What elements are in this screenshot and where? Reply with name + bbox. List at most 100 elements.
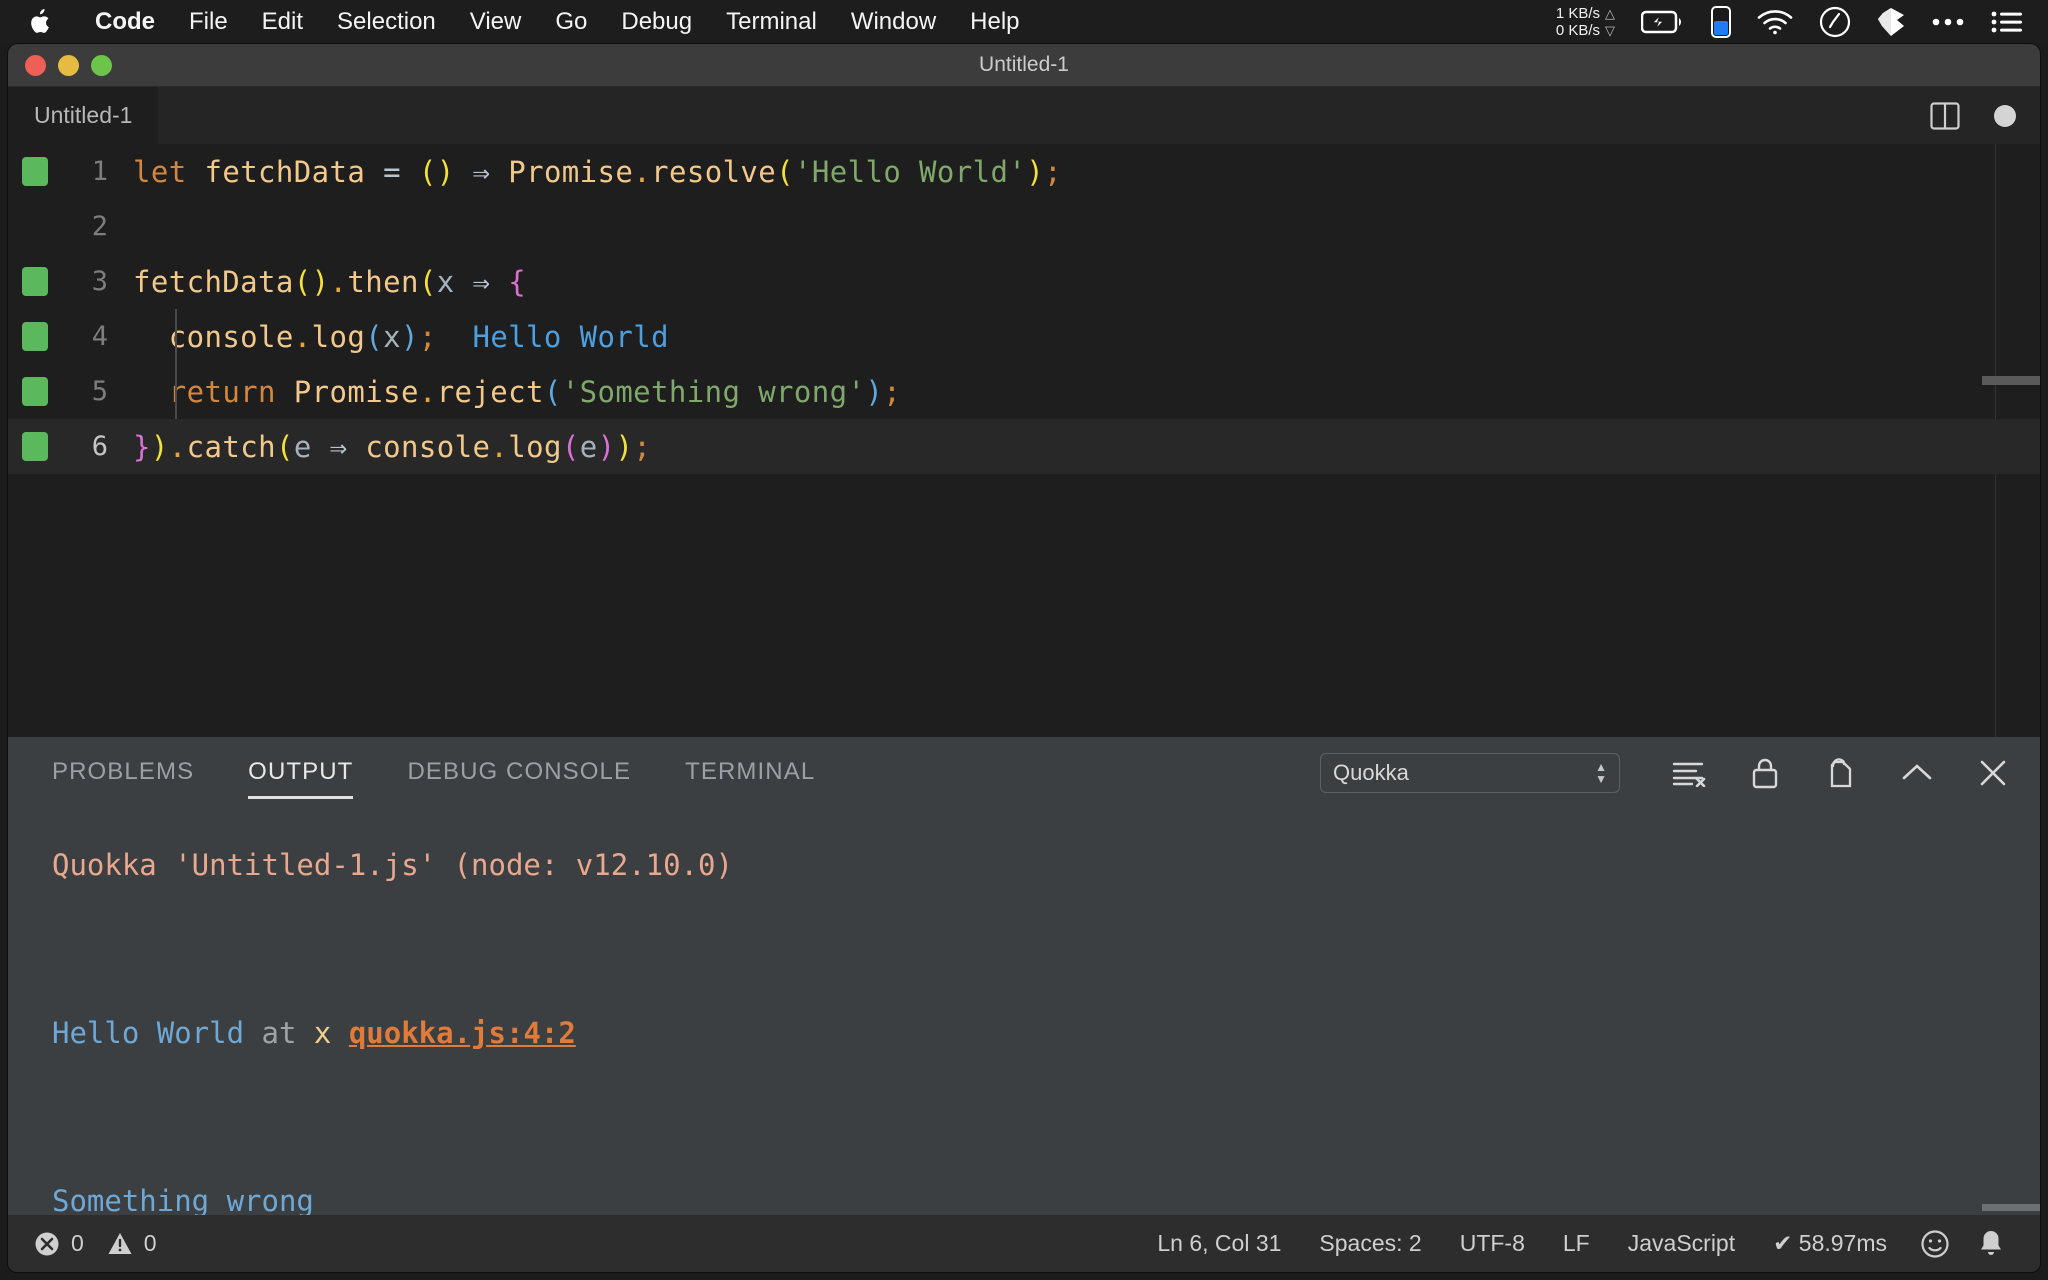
code-line-6[interactable]: 6}).catch(e ⇒ console.log(e)); <box>8 419 2040 474</box>
code-token: ) <box>311 264 330 299</box>
panel-tab-output[interactable]: OUTPUT <box>248 737 354 809</box>
code-token: ) <box>1026 154 1045 189</box>
output-channel-select[interactable]: Quokka ▲ ▼ <box>1320 753 1620 793</box>
status-problems[interactable]: 0 0 <box>34 1230 157 1257</box>
dropbox-icon[interactable] <box>1864 0 1918 44</box>
maximize-panel-icon[interactable] <box>1894 750 1940 796</box>
phone-battery-icon[interactable] <box>1698 0 1744 44</box>
split-editor-icon[interactable] <box>1930 101 1960 130</box>
code-line-2[interactable]: 2 <box>8 199 2040 254</box>
line-number: 2 <box>91 211 108 242</box>
code-line-content: console.log(x); Hello World <box>133 320 669 354</box>
chevron-updown-icon: ▲ ▼ <box>1595 759 1607 786</box>
panel-tab-problems[interactable]: PROBLEMS <box>52 737 194 809</box>
vscode-window-root: Code File Edit Selection View Go Debug T… <box>0 0 2048 1280</box>
panel-tab-output-label: OUTPUT <box>248 758 354 785</box>
code-line-content: return Promise.reject('Something wrong')… <box>133 375 901 409</box>
output-line-blank <box>52 907 2040 991</box>
code-token: e <box>293 429 312 464</box>
download-speed-label: 0 KB/s <box>1555 22 1600 39</box>
dirty-indicator-dot[interactable] <box>1994 104 2016 127</box>
code-token: . <box>490 429 509 464</box>
cursor-position[interactable]: Ln 6, Col 31 <box>1138 1230 1300 1257</box>
output-source-link[interactable]: quokka.js:4:2 <box>349 1016 576 1050</box>
ellipsis-icon[interactable] <box>1918 0 1978 44</box>
code-line-4[interactable]: 4 console.log(x); Hello World <box>8 309 2040 364</box>
editor-tab-untitled-1[interactable]: Untitled-1 <box>8 87 159 144</box>
code-token: ( <box>365 319 384 354</box>
code-token: } <box>133 429 151 464</box>
feedback-smiley-icon[interactable] <box>1906 1229 1964 1259</box>
language-mode[interactable]: JavaScript <box>1609 1230 1754 1257</box>
wifi-icon[interactable] <box>1744 0 1806 44</box>
indent-guide <box>175 364 177 419</box>
code-token: ( <box>418 264 437 299</box>
code-token: ; <box>418 319 437 354</box>
code-token: ) <box>615 429 634 464</box>
clear-output-icon[interactable] <box>1666 750 1712 796</box>
close-panel-icon[interactable] <box>1970 750 2016 796</box>
menu-code[interactable]: Code <box>78 0 172 44</box>
menu-debug[interactable]: Debug <box>604 0 709 44</box>
code-line-1[interactable]: 1 let fetchData = () ⇒ Promise.resolve('H… <box>8 144 2040 199</box>
control-center-icon[interactable] <box>1978 0 2036 44</box>
menu-selection[interactable]: Selection <box>320 0 453 44</box>
panel-tab-debug-console[interactable]: DEBUG CONSOLE <box>407 737 631 809</box>
warning-count: 0 <box>143 1230 157 1256</box>
panel-scrollbar[interactable] <box>1982 1204 2040 1211</box>
code-token: ( <box>543 374 562 409</box>
macos-menu-items: Code File Edit Selection View Go Debug T… <box>0 0 1037 44</box>
code-token: ) <box>436 154 455 189</box>
code-token: 'Something wrong' <box>561 374 866 409</box>
code-token: reject <box>436 374 544 409</box>
code-line-5[interactable]: 5 return Promise.reject('Something wrong… <box>8 364 2040 419</box>
end-of-line-sequence[interactable]: LF <box>1544 1230 1609 1257</box>
indentation-setting[interactable]: Spaces: 2 <box>1300 1230 1440 1257</box>
window-titlebar: Untitled-1 <box>8 44 2040 87</box>
code-line-3[interactable]: 3 fetchData().then(x ⇒ { <box>8 254 2040 309</box>
menu-terminal[interactable]: Terminal <box>709 0 834 44</box>
menu-edit[interactable]: Edit <box>245 0 320 44</box>
open-in-editor-icon[interactable] <box>1818 750 1864 796</box>
code-token: fetchData <box>133 264 294 299</box>
code-token: . <box>293 319 312 354</box>
status-bar: 0 0 Ln 6, Col 31 Spaces: 2 UTF-8 LF Java… <box>8 1215 2040 1272</box>
quokka-line-marker <box>22 322 48 351</box>
code-line-content: let fetchData = () ⇒ Promise.resolve('He… <box>133 155 1062 189</box>
code-editor[interactable]: 1 let fetchData = () ⇒ Promise.resolve('H… <box>8 144 2040 737</box>
code-token: ⇒ <box>472 264 491 299</box>
apple-logo-icon[interactable] <box>26 5 56 39</box>
clock-icon[interactable] <box>1806 0 1864 44</box>
menu-view[interactable]: View <box>453 0 539 44</box>
code-token: then <box>347 264 419 299</box>
notifications-bell-icon[interactable] <box>1964 1229 2018 1259</box>
file-encoding[interactable]: UTF-8 <box>1441 1230 1544 1257</box>
output-line-blank2 <box>52 1075 2040 1159</box>
code-token: ( <box>275 429 294 464</box>
code-token: ( <box>293 264 312 299</box>
error-icon <box>34 1231 60 1257</box>
battery-charging-icon[interactable] <box>1628 0 1698 44</box>
error-count: 0 <box>71 1230 84 1256</box>
panel-tab-terminal[interactable]: TERMINAL <box>685 737 815 809</box>
menu-file[interactable]: File <box>172 0 245 44</box>
warning-icon <box>107 1231 133 1257</box>
lock-scroll-icon[interactable] <box>1742 750 1788 796</box>
output-content[interactable]: Quokka 'Untitled-1.js' (node: v12.10.0) … <box>8 809 2040 1243</box>
network-speed-indicator[interactable]: 1 KB/s 0 KB/s △ ▽ <box>1543 0 1628 44</box>
menu-window[interactable]: Window <box>834 0 953 44</box>
macos-status-tray: 1 KB/s 0 KB/s △ ▽ <box>1543 0 2036 44</box>
menu-go[interactable]: Go <box>538 0 604 44</box>
output-text: Hello World <box>52 1016 245 1050</box>
menu-help[interactable]: Help <box>953 0 1036 44</box>
code-line-content: fetchData().then(x ⇒ { <box>133 265 526 299</box>
quokka-run-time[interactable]: ✔ 58.97ms <box>1754 1230 1906 1257</box>
panel-actions: Quokka ▲ ▼ <box>1320 737 2016 809</box>
